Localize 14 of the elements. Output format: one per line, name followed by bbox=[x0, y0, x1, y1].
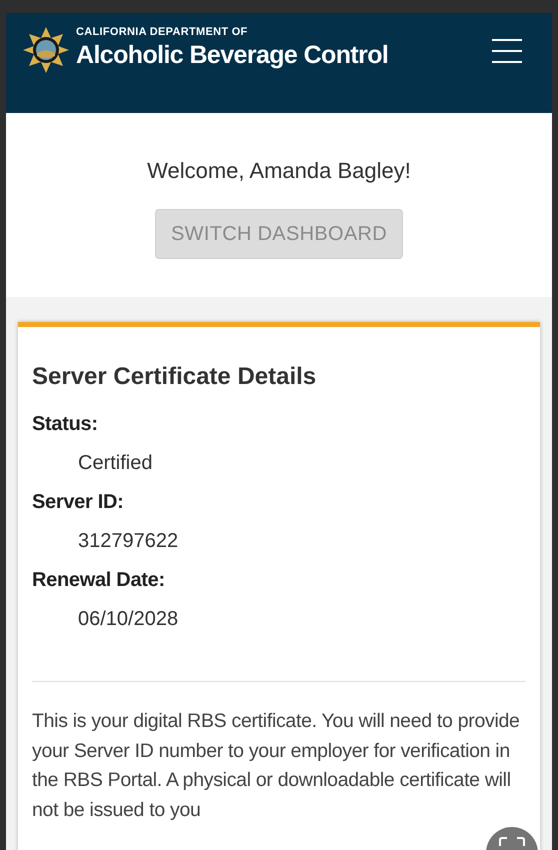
field-value: 06/10/2028 bbox=[77, 607, 180, 632]
field-label: Status: bbox=[32, 412, 99, 437]
certificate-note: This is your digital RBS certificate. You will need to provide your Server ID number to your employer for verification in the RBS Portal. A physical or downloadable certificate will not be issued to you bbox=[32, 709, 521, 822]
menu-icon[interactable] bbox=[492, 39, 522, 63]
agency-title: Alcoholic Beverage Control bbox=[76, 40, 388, 71]
field-value: Certified bbox=[77, 451, 154, 476]
agency-line: CALIFORNIA DEPARTMENT OF bbox=[76, 25, 249, 39]
welcome-text: Welcome, Amanda Bagley! bbox=[147, 157, 411, 185]
badge-icon bbox=[22, 26, 70, 74]
field-label: Server ID: bbox=[32, 490, 124, 515]
scan-icon bbox=[499, 837, 525, 847]
field-value: 312797622 bbox=[77, 529, 180, 554]
card-title: Server Certificate Details bbox=[32, 362, 318, 392]
field-label: Renewal Date: bbox=[32, 568, 166, 593]
